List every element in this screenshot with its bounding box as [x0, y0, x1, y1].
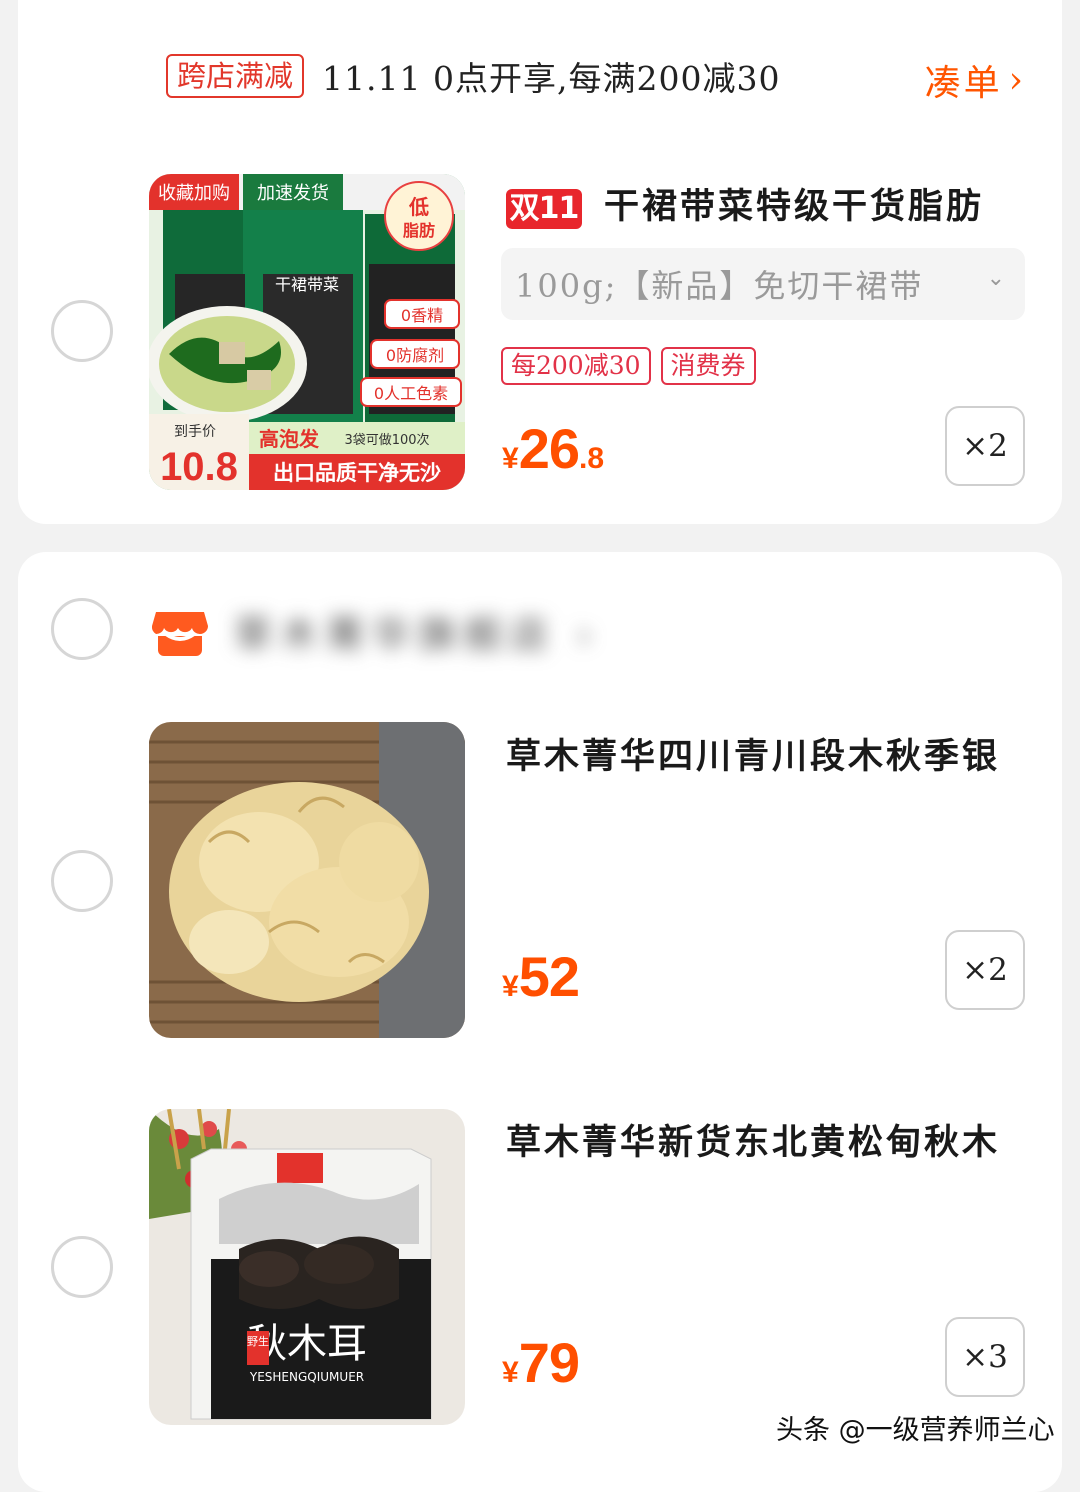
- image-to-hand-label: 到手价: [174, 424, 216, 440]
- promo-bar: 跨店满减 11.11 0点开享,每满200减30: [166, 54, 780, 98]
- sku-text: 100g;【新品】免切干裙带: [515, 267, 924, 305]
- store-icon: [152, 612, 208, 656]
- price-decimal: .8: [578, 442, 605, 475]
- quantity-button[interactable]: ×2: [945, 406, 1025, 486]
- add-on-items-link[interactable]: 凑单 ›: [925, 54, 1026, 106]
- product-image[interactable]: 收藏加购 加速发货 低 脂肪 干裙带菜 0香精 0防腐剂 0人工色素 到手价 1…: [149, 174, 465, 490]
- price-integer: 26: [518, 417, 580, 480]
- product-title-text: 干裙带菜特级干货脂肪: [604, 186, 985, 227]
- coupon-chip: 消费券: [660, 347, 756, 385]
- quantity-button[interactable]: ×2: [945, 930, 1025, 1010]
- product-image[interactable]: 秋木耳 野生 YESHENGQIUMUER: [149, 1109, 465, 1425]
- quantity-button[interactable]: ×3: [945, 1317, 1025, 1397]
- image-feature-1: 0香精: [401, 306, 443, 325]
- price-integer: 79: [518, 1331, 580, 1394]
- image-banner-1-sub: 3袋可做100次: [344, 432, 429, 448]
- image-feature-2: 0防腐剂: [386, 346, 444, 365]
- double-11-badge: 双11: [506, 188, 582, 229]
- price-integer: 52: [518, 945, 580, 1008]
- store-select-checkbox[interactable]: [51, 598, 113, 660]
- product-image[interactable]: [149, 722, 465, 1038]
- product-price: ¥26.8: [502, 416, 604, 481]
- product-title[interactable]: 双11 干裙带菜特级干货脂肪: [506, 178, 984, 229]
- image-ribbon-1: 收藏加购: [158, 183, 230, 204]
- store-name-text: 草木菁华旗舰店: [234, 613, 557, 657]
- item-select-checkbox[interactable]: [51, 850, 113, 912]
- discount-chip: 每200减30: [501, 347, 651, 385]
- chevron-right-icon: ›: [576, 613, 600, 657]
- image-pinyin: YESHENGQIUMUER: [249, 1370, 364, 1384]
- sku-selector[interactable]: 100g;【新品】免切干裙带 ⌄: [501, 248, 1025, 320]
- price-currency: ¥: [502, 1356, 519, 1389]
- image-to-hand-price: 10.8: [160, 445, 238, 489]
- price-currency: ¥: [502, 970, 519, 1003]
- product-price: ¥79: [502, 1330, 580, 1395]
- product-price: ¥52: [502, 944, 580, 1009]
- image-ribbon-2: 加速发货: [257, 183, 329, 204]
- chevron-down-icon: ⌄: [986, 266, 1007, 291]
- image-banner-1: 高泡发: [259, 427, 320, 451]
- cart-store-card-2: 草木菁华旗舰店 › 草木菁华四川青川段木秋季银 ¥52 ×2 秋木耳 野生 YE…: [18, 552, 1062, 1492]
- item-select-checkbox[interactable]: [51, 300, 113, 362]
- chevron-right-icon: ›: [1008, 59, 1026, 101]
- image-banner-2: 出口品质干净无沙: [273, 461, 441, 485]
- image-feature-3: 0人工色素: [374, 384, 448, 403]
- image-wild-tag: 野生: [247, 1334, 269, 1348]
- product-title[interactable]: 草木菁华四川青川段木秋季银: [506, 728, 1000, 779]
- cart-store-card-1: 跨店满减 11.11 0点开享,每满200减30 凑单 › 收藏加购 加速发货: [18, 0, 1062, 524]
- product-title[interactable]: 草木菁华新货东北黄松甸秋木: [506, 1114, 1000, 1165]
- watermark: 头条 @一级营养师兰心: [776, 1415, 1055, 1446]
- promo-text: 11.11 0点开享,每满200减30: [322, 59, 781, 98]
- price-currency: ¥: [502, 442, 519, 475]
- cross-store-discount-tag: 跨店满减: [166, 54, 305, 98]
- add-on-items-label: 凑单: [924, 63, 1003, 104]
- image-seal-1: 低: [408, 195, 429, 219]
- promo-chips: 每200减30 消费券: [501, 347, 756, 385]
- image-pack-label: 干裙带菜: [275, 275, 339, 294]
- image-seal-2: 脂肪: [403, 221, 435, 240]
- store-name[interactable]: 草木菁华旗舰店 ›: [234, 604, 599, 659]
- item-select-checkbox[interactable]: [51, 1236, 113, 1298]
